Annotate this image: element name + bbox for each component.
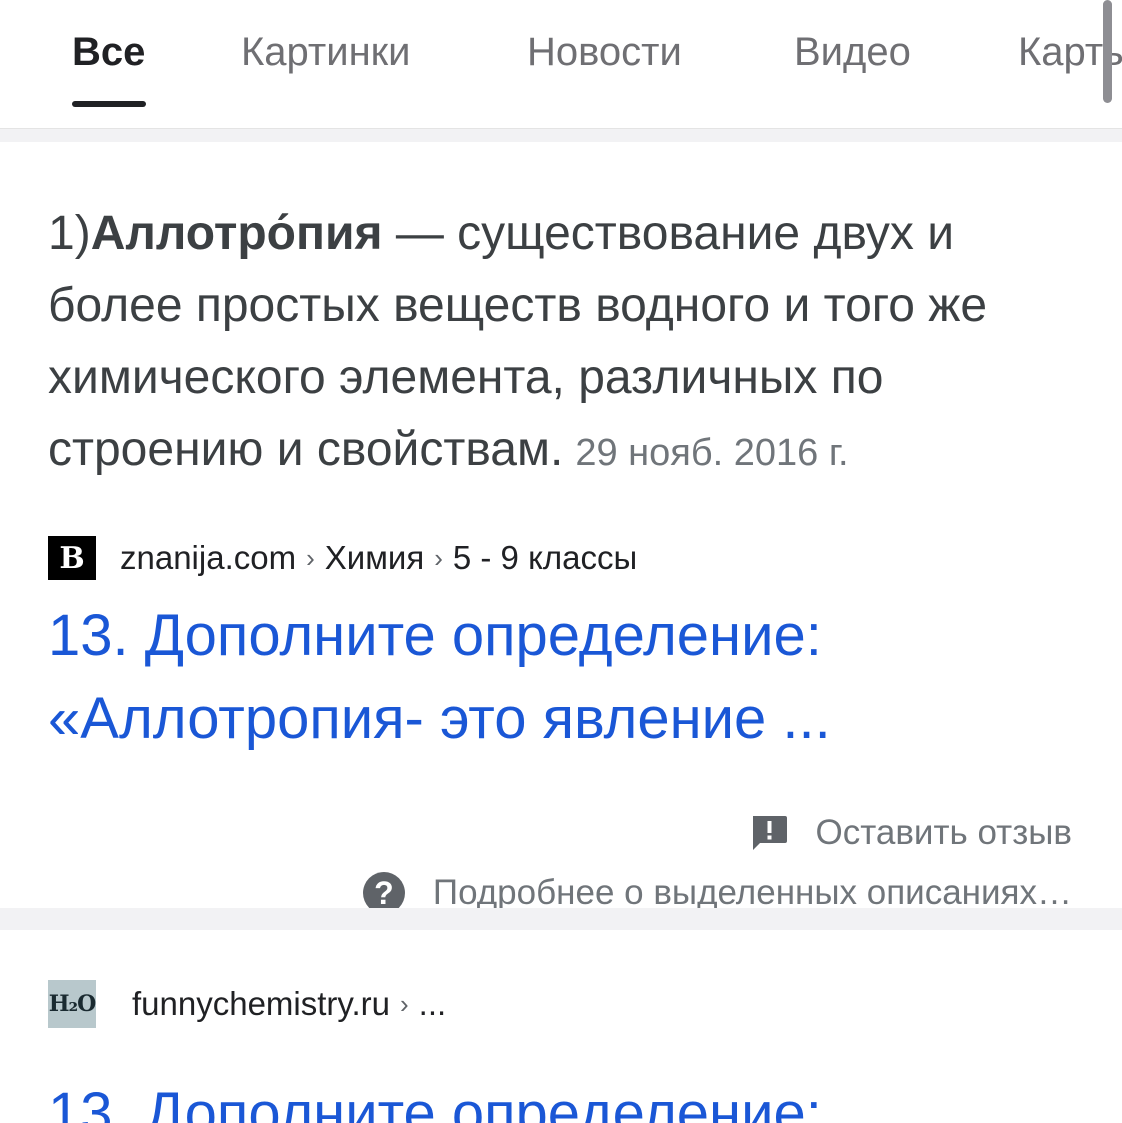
search-tabs: Все Картинки Новости Видео Карты (0, 0, 1122, 129)
snippet-text: 1)Аллотро́пия — существование двух и бол… (48, 198, 1088, 489)
featured-snippets-info-label: Подробнее о выделенных описаниях… (432, 873, 1072, 908)
snippet-date: 29 нояб. 2016 г. (575, 432, 849, 474)
znanija-favicon-icon: B (48, 536, 96, 580)
breadcrumb-item: ... (418, 985, 447, 1022)
breadcrumb-item: Химия (324, 539, 425, 576)
result-domain: funnychemistry.ru (132, 985, 390, 1022)
snippet-term: Аллотро́пия (90, 207, 383, 260)
breadcrumb-separator-icon: › (399, 988, 409, 1019)
active-tab-indicator (72, 101, 146, 107)
favicon-letter: B (59, 540, 85, 576)
favicon-label: H₂O (48, 991, 97, 1017)
leave-feedback-button[interactable]: Оставить отзыв (750, 813, 1072, 853)
result-title-link[interactable]: 13. Дополните определение: «Аллотропия- … (48, 594, 1088, 760)
scrollbar[interactable] (1103, 0, 1112, 103)
breadcrumb-separator-icon: › (434, 542, 443, 573)
leave-feedback-label: Оставить отзыв (815, 813, 1072, 852)
tab-images[interactable]: Картинки (241, 26, 411, 78)
funnychemistry-favicon-icon: H₂O (48, 980, 96, 1028)
tab-news[interactable]: Новости (527, 26, 682, 78)
section-divider (0, 908, 1122, 930)
search-result-card: H₂O funnychemistry.ru › ... 13. Дополнит… (0, 930, 1122, 1123)
search-results-page: Все Картинки Новости Видео Карты 1)Аллот… (0, 0, 1122, 1123)
result-source[interactable]: H₂O funnychemistry.ru › ... (48, 980, 446, 1028)
tab-all[interactable]: Все (72, 26, 145, 78)
breadcrumb-item: 5 - 9 классы (452, 539, 638, 576)
snippet-prefix: 1) (48, 207, 91, 260)
feedback-icon (750, 814, 788, 852)
result-title-link[interactable]: 13. Дополните определение: (48, 1072, 1088, 1123)
tab-videos[interactable]: Видео (794, 26, 911, 78)
result-title-line: 13. Дополните определение: (48, 1081, 822, 1123)
result-domain: znanija.com (120, 539, 297, 576)
result-source[interactable]: B znanija.com › Химия › 5 - 9 классы (48, 534, 637, 582)
help-icon: ? (362, 872, 405, 908)
featured-snippet-card: 1)Аллотро́пия — существование двух и бол… (0, 142, 1122, 908)
result-title-line: 13. Дополните определение: (48, 603, 822, 668)
section-divider (0, 129, 1122, 142)
featured-snippets-info-link[interactable]: ? Подробнее о выделенных описаниях… (362, 872, 1072, 908)
result-title-line: «Аллотропия- это явление ... (48, 686, 831, 751)
breadcrumb-separator-icon: › (306, 542, 315, 573)
